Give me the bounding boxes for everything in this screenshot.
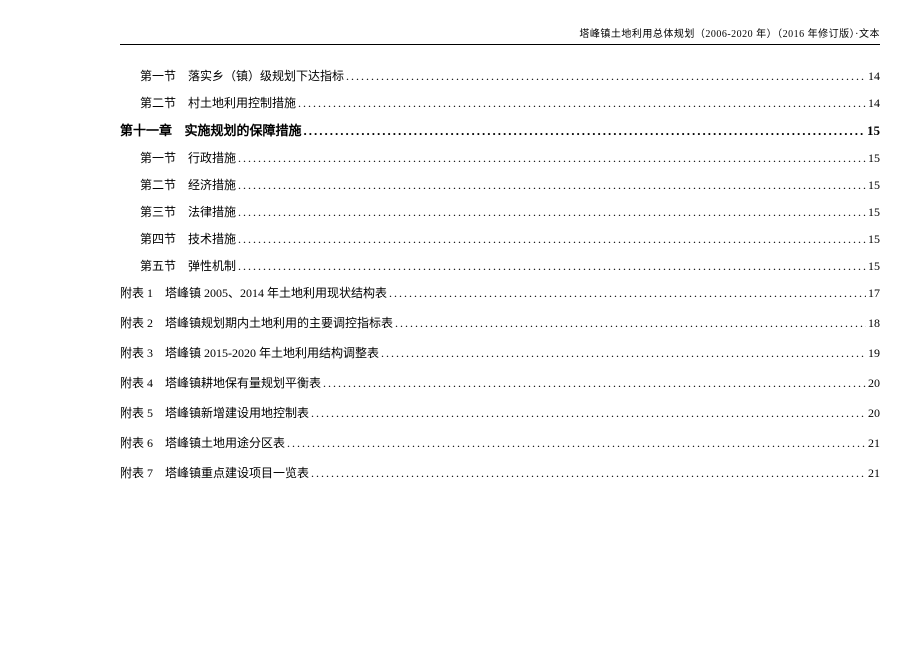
toc-entry: 第三节 法律措施................................… — [120, 206, 880, 218]
toc-entry: 第一节 落实乡（镇）级规划下达指标.......................… — [120, 70, 880, 82]
toc-entry-label: 第一节 — [140, 70, 182, 82]
toc-entry-title: 行政措施 — [188, 152, 236, 164]
table-of-contents: 第一节 落实乡（镇）级规划下达指标.......................… — [120, 70, 880, 479]
toc-entry-label: 第二节 — [140, 97, 182, 109]
page: 塔峰镇土地利用总体规划（2006-2020 年）（2016 年修订版）·文本 第… — [0, 0, 920, 651]
toc-entry-label: 第五节 — [140, 260, 182, 272]
toc-entry: 第二节 经济措施................................… — [120, 179, 880, 191]
toc-leader-dots: ........................................… — [236, 206, 866, 218]
toc-entry-title: 塔峰镇耕地保有量规划平衡表 — [165, 377, 321, 389]
toc-leader-dots: ........................................… — [309, 407, 866, 419]
toc-leader-dots: ........................................… — [236, 260, 866, 272]
toc-entry: 第一节 行政措施................................… — [120, 152, 880, 164]
toc-leader-dots: ........................................… — [296, 97, 866, 109]
toc-entry-page: 20 — [866, 407, 880, 419]
toc-entry: 附表 3 塔峰镇 2015-2020 年土地利用结构调整表...........… — [120, 347, 880, 359]
toc-entry-page: 15 — [866, 233, 880, 245]
toc-entry-title: 塔峰镇 2015-2020 年土地利用结构调整表 — [165, 347, 379, 359]
toc-entry-title: 塔峰镇重点建设项目一览表 — [165, 467, 309, 479]
toc-entry-page: 15 — [866, 260, 880, 272]
toc-entry-page: 15 — [866, 152, 880, 164]
toc-entry-title: 村土地利用控制措施 — [188, 97, 296, 109]
toc-entry-title: 实施规划的保障措施 — [185, 124, 302, 137]
toc-entry-page: 19 — [866, 347, 880, 359]
toc-entry-page: 18 — [866, 317, 880, 329]
toc-entry-label: 第一节 — [140, 152, 182, 164]
toc-entry-label: 第四节 — [140, 233, 182, 245]
header-rule — [120, 44, 880, 45]
toc-leader-dots: ........................................… — [236, 179, 866, 191]
toc-entry-label: 附表 2 — [120, 317, 159, 329]
page-header: 塔峰镇土地利用总体规划（2006-2020 年）（2016 年修订版）·文本 — [120, 20, 880, 44]
toc-entry-page: 14 — [866, 97, 880, 109]
toc-leader-dots: ........................................… — [309, 467, 866, 479]
toc-entry-page: 20 — [866, 377, 880, 389]
toc-entry: 第四节 技术措施................................… — [120, 233, 880, 245]
toc-entry: 附表 2 塔峰镇规划期内土地利用的主要调控指标表................… — [120, 317, 880, 329]
toc-entry-label: 第二节 — [140, 179, 182, 191]
toc-entry-title: 法律措施 — [188, 206, 236, 218]
toc-entry-title: 经济措施 — [188, 179, 236, 191]
toc-entry-title: 落实乡（镇）级规划下达指标 — [188, 70, 344, 82]
toc-leader-dots: ........................................… — [387, 287, 866, 299]
toc-entry-label: 附表 5 — [120, 407, 159, 419]
toc-leader-dots: ........................................… — [379, 347, 866, 359]
toc-entry-title: 塔峰镇 2005、2014 年土地利用现状结构表 — [165, 287, 387, 299]
toc-entry: 第二节 村土地利用控制措施...........................… — [120, 97, 880, 109]
toc-entry-page: 15 — [866, 179, 880, 191]
toc-entry: 附表 7 塔峰镇重点建设项目一览表.......................… — [120, 467, 880, 479]
toc-entry-title: 技术措施 — [188, 233, 236, 245]
toc-entry: 附表 5 塔峰镇新增建设用地控制表.......................… — [120, 407, 880, 419]
toc-entry-title: 弹性机制 — [188, 260, 236, 272]
toc-entry-label: 附表 3 — [120, 347, 159, 359]
toc-entry-page: 15 — [865, 124, 880, 137]
toc-entry: 附表 1 塔峰镇 2005、2014 年土地利用现状结构表...........… — [120, 287, 880, 299]
toc-entry-label: 第三节 — [140, 206, 182, 218]
toc-entry-page: 21 — [866, 467, 880, 479]
toc-leader-dots: ........................................… — [321, 377, 866, 389]
toc-entry-label: 附表 7 — [120, 467, 159, 479]
toc-entry-title: 塔峰镇土地用途分区表 — [165, 437, 285, 449]
toc-entry: 附表 6 塔峰镇土地用途分区表.........................… — [120, 437, 880, 449]
toc-entry: 第十一章 实施规划的保障措施..........................… — [120, 124, 880, 137]
toc-leader-dots: ........................................… — [285, 437, 866, 449]
toc-entry: 附表 4 塔峰镇耕地保有量规划平衡表......................… — [120, 377, 880, 389]
toc-entry: 第五节 弹性机制................................… — [120, 260, 880, 272]
toc-entry-page: 15 — [866, 206, 880, 218]
toc-entry-page: 14 — [866, 70, 880, 82]
toc-entry-label: 附表 1 — [120, 287, 159, 299]
toc-entry-label: 附表 4 — [120, 377, 159, 389]
toc-leader-dots: ........................................… — [393, 317, 866, 329]
toc-entry-page: 21 — [866, 437, 880, 449]
toc-entry-label: 第十一章 — [120, 124, 178, 137]
toc-leader-dots: ........................................… — [302, 124, 865, 137]
toc-entry-label: 附表 6 — [120, 437, 159, 449]
toc-leader-dots: ........................................… — [236, 233, 866, 245]
toc-leader-dots: ........................................… — [236, 152, 866, 164]
toc-entry-title: 塔峰镇新增建设用地控制表 — [165, 407, 309, 419]
toc-entry-title: 塔峰镇规划期内土地利用的主要调控指标表 — [165, 317, 393, 329]
toc-entry-page: 17 — [866, 287, 880, 299]
toc-leader-dots: ........................................… — [344, 70, 866, 82]
